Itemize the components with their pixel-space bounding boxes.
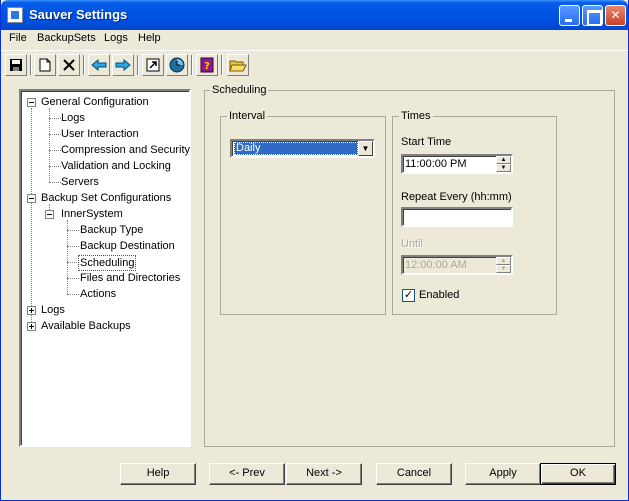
config-tree[interactable]: General Configuration Logs User Interact…	[19, 89, 191, 447]
repeat-every-label: Repeat Every (hh:mm)	[401, 191, 512, 203]
enabled-label[interactable]: Enabled	[419, 289, 459, 301]
repeat-every-field[interactable]	[401, 207, 513, 227]
clock-icon[interactable]	[166, 54, 188, 76]
prev-button[interactable]: <- Prev	[209, 463, 285, 485]
collapse-general-icon[interactable]	[27, 98, 36, 107]
title-bar[interactable]: Sauver Settings ✕	[1, 0, 628, 30]
expand-available-backups-icon[interactable]	[27, 322, 36, 331]
times-label: Times	[399, 110, 433, 122]
interval-label: Interval	[227, 110, 268, 122]
shortcut-icon[interactable]	[142, 54, 164, 76]
menu-backupsets[interactable]: BackupSets	[37, 32, 96, 44]
tree-user-interaction[interactable]: User Interaction	[61, 127, 139, 141]
tree-innersystem[interactable]: InnerSystem	[61, 207, 123, 221]
tree-files-directories[interactable]: Files and Directories	[80, 271, 180, 285]
new-icon[interactable]	[34, 54, 56, 76]
ok-button[interactable]: OK	[540, 463, 616, 485]
tree-general-configuration[interactable]: General Configuration	[41, 95, 149, 109]
enabled-checkbox[interactable]: ✓	[402, 289, 415, 302]
start-time-up-icon[interactable]: ▲	[496, 156, 511, 164]
cancel-button[interactable]: Cancel	[376, 463, 452, 485]
interval-select[interactable]: Daily ▼	[230, 139, 375, 158]
tree-validation-locking[interactable]: Validation and Locking	[61, 159, 171, 173]
tree-servers[interactable]: Servers	[61, 175, 99, 189]
chevron-down-icon[interactable]: ▼	[358, 141, 373, 156]
tree-backup-type[interactable]: Backup Type	[80, 223, 143, 237]
until-down-icon[interactable]: ▼	[496, 265, 511, 273]
collapse-backupsets-icon[interactable]	[27, 194, 36, 203]
start-time-value: 11:00:00 PM	[405, 158, 467, 170]
start-time-down-icon[interactable]: ▼	[496, 164, 511, 172]
open-folder-icon[interactable]	[227, 54, 249, 76]
interval-value: Daily	[234, 142, 358, 155]
settings-window: Sauver Settings ✕ File BackupSets Logs H…	[0, 0, 629, 501]
collapse-innersystem-icon[interactable]	[45, 210, 54, 219]
menu-file[interactable]: File	[9, 32, 27, 44]
panel-title: Scheduling	[210, 84, 269, 96]
close-button[interactable]: ✕	[605, 5, 626, 26]
svg-text:?: ?	[204, 61, 210, 72]
tree-compression-security[interactable]: Compression and Security	[61, 143, 190, 157]
back-arrow-icon[interactable]	[88, 54, 110, 76]
tree-logs-root[interactable]: Logs	[41, 303, 65, 317]
tree-available-backups[interactable]: Available Backups	[41, 319, 131, 333]
tree-backup-destination[interactable]: Backup Destination	[80, 239, 175, 253]
until-label: Until	[401, 238, 424, 250]
start-time-label: Start Time	[401, 136, 452, 148]
help-button[interactable]: Help	[120, 463, 196, 485]
minimize-button[interactable]	[559, 5, 580, 26]
tree-backup-set-configurations[interactable]: Backup Set Configurations	[41, 191, 171, 205]
start-time-field[interactable]: 11:00:00 PM ▲ ▼	[401, 154, 513, 174]
tree-logs[interactable]: Logs	[61, 111, 85, 125]
maximize-button[interactable]	[582, 5, 603, 26]
help-book-icon[interactable]: ?	[196, 54, 218, 76]
app-icon	[7, 7, 23, 23]
menu-help[interactable]: Help	[138, 32, 161, 44]
until-field[interactable]: 12:00:00 AM ▲ ▼	[401, 255, 513, 275]
menu-bar: File BackupSets Logs Help	[1, 30, 628, 48]
until-up-icon[interactable]: ▲	[496, 257, 511, 265]
window-title: Sauver Settings	[29, 7, 128, 22]
delete-icon[interactable]	[58, 54, 80, 76]
save-icon[interactable]	[5, 54, 27, 76]
forward-arrow-icon[interactable]	[112, 54, 134, 76]
tree-actions[interactable]: Actions	[80, 287, 116, 301]
until-value: 12:00:00 AM	[405, 259, 467, 271]
next-button[interactable]: Next ->	[286, 463, 362, 485]
tree-scheduling[interactable]: Scheduling	[78, 255, 137, 271]
expand-logs-icon[interactable]	[27, 306, 36, 315]
menu-logs[interactable]: Logs	[104, 32, 128, 44]
apply-button[interactable]: Apply	[465, 463, 541, 485]
toolbar: ?	[1, 50, 628, 80]
